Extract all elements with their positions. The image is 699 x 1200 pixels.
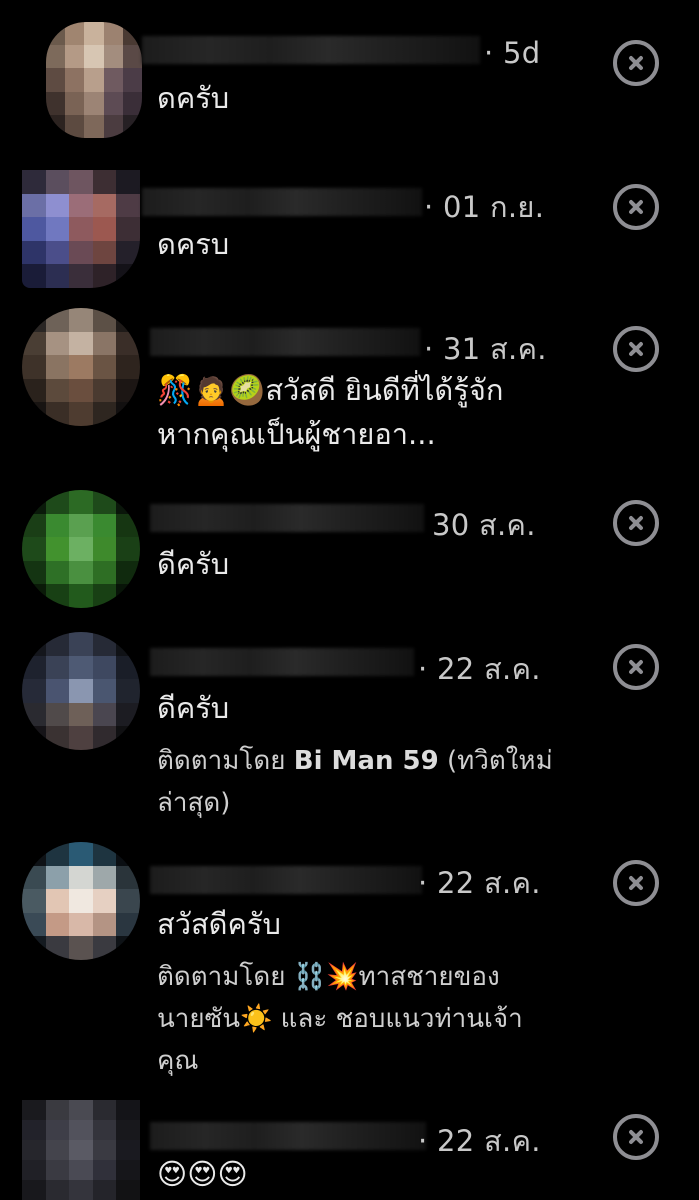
avatar[interactable] <box>22 632 140 750</box>
follower-name[interactable]: Bi Man 59 <box>294 746 439 776</box>
close-circle-icon[interactable] <box>613 860 659 906</box>
message-preview[interactable]: 🎊🙍🥝สวัสดี ยินดีที่ได้รู้จัก หากคุณเป็นผู… <box>157 368 527 456</box>
close-circle-icon[interactable] <box>613 644 659 690</box>
list-item[interactable]: · 22 ส.ค. ดีครับ ติดตามโดย Bi Man 59 (ทว… <box>0 620 699 830</box>
close-circle-icon[interactable] <box>613 500 659 546</box>
list-item[interactable]: · 22 ส.ค. สวัสดีครับ ติดตามโดย ⛓️💥ทาสชาย… <box>0 830 699 1090</box>
username-redacted[interactable] <box>142 188 422 216</box>
avatar[interactable] <box>22 308 140 426</box>
followed-by-text[interactable]: ติดตามโดย Bi Man 59 (ทวิตใหม่ล่าสุด) <box>157 740 562 824</box>
message-preview[interactable]: ดครับ <box>157 76 547 120</box>
username-redacted[interactable] <box>150 866 422 894</box>
list-item[interactable]: 30 ส.ค. ดีครับ <box>0 480 699 620</box>
timestamp: · 22 ส.ค. <box>418 866 541 900</box>
username-redacted[interactable] <box>150 1122 426 1150</box>
followed-by-text[interactable]: ติดตามโดย ⛓️💥ทาสชายของนายซัน☀️ และ ชอบแน… <box>157 956 547 1082</box>
notification-list: · 5d ดครับ · 01 ก.ย. ดครบ · 31 ส.ค. 🎊🙍🥝ส… <box>0 0 699 1200</box>
message-preview[interactable]: สวัสดีครับ <box>157 902 547 946</box>
avatar[interactable] <box>22 1100 140 1200</box>
list-item[interactable]: · 01 ก.ย. ดครบ <box>0 160 699 300</box>
username-redacted[interactable] <box>142 36 480 64</box>
close-circle-icon[interactable] <box>613 40 659 86</box>
close-circle-icon[interactable] <box>613 1114 659 1160</box>
avatar[interactable] <box>46 22 142 138</box>
username-redacted[interactable] <box>150 648 414 676</box>
message-preview[interactable]: ดีครับ <box>157 686 547 730</box>
message-preview[interactable]: 😍😍😍 <box>157 1152 547 1196</box>
list-item[interactable]: · 5d ดครับ <box>0 0 699 160</box>
message-preview[interactable]: ดีครับ <box>157 542 547 586</box>
close-circle-icon[interactable] <box>613 184 659 230</box>
timestamp: · 31 ส.ค. <box>424 332 547 366</box>
message-preview[interactable]: ดครบ <box>157 226 547 262</box>
avatar[interactable] <box>22 490 140 608</box>
followed-by-prefix: ติดตามโดย <box>157 746 294 776</box>
timestamp: · 5d <box>484 36 541 70</box>
avatar[interactable] <box>22 170 140 288</box>
list-item[interactable]: · 22 ส.ค. 😍😍😍 <box>0 1090 699 1200</box>
username-redacted[interactable] <box>150 328 420 356</box>
username-redacted[interactable] <box>150 504 424 532</box>
timestamp: · 01 ก.ย. <box>424 190 545 224</box>
close-circle-icon[interactable] <box>613 326 659 372</box>
avatar[interactable] <box>22 842 140 960</box>
list-item[interactable]: · 31 ส.ค. 🎊🙍🥝สวัสดี ยินดีที่ได้รู้จัก หา… <box>0 300 699 480</box>
